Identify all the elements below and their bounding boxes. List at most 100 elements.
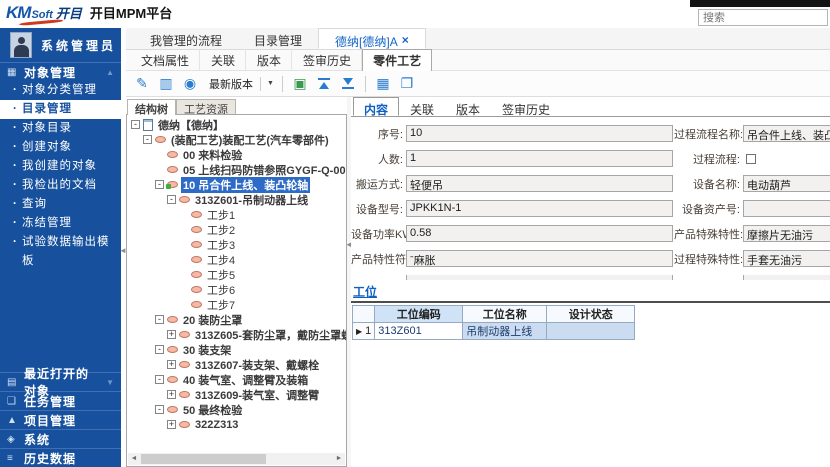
scrollbar-thumb[interactable] <box>141 454 266 464</box>
doc-tab[interactable]: 关联 <box>200 49 246 72</box>
form-input[interactable]: 摩擦片无油污 <box>743 225 830 242</box>
tree-node[interactable]: -30 装支架 <box>127 342 346 357</box>
station-link[interactable]: 工位 <box>353 285 377 299</box>
close-icon[interactable]: × <box>402 33 409 48</box>
scroll-left-icon[interactable]: ◄ <box>128 453 140 465</box>
collapse-minus-icon[interactable]: - <box>155 405 164 414</box>
tree-node[interactable]: +313Z609-装气室、调整臂 <box>127 387 346 402</box>
form-input[interactable]: ˉ麻胀 <box>406 250 673 267</box>
form-input[interactable]: 10 <box>406 125 673 142</box>
tree-node[interactable]: -10 吊合件上线、装凸轮轴 <box>127 177 346 192</box>
station-code-cell[interactable]: 313Z601 <box>375 323 463 340</box>
collapse-minus-icon[interactable]: - <box>131 120 140 129</box>
collapse-top-icon[interactable] <box>313 74 335 94</box>
doc-tab[interactable]: 零件工艺 <box>362 49 432 72</box>
detail-tab[interactable]: 签审历史 <box>491 97 561 116</box>
sidebar-section-system[interactable]: ◈系统 <box>0 429 121 448</box>
sidebar-item[interactable]: ·冻结管理 <box>0 214 121 233</box>
calendar-edit-icon[interactable]: ▦ <box>372 74 394 94</box>
collapse-minus-icon[interactable]: - <box>155 345 164 354</box>
chevron-down-icon[interactable]: ▼ <box>260 77 274 91</box>
collapse-minus-icon[interactable]: - <box>167 195 176 204</box>
form-input[interactable]: 轻便吊 <box>406 175 673 192</box>
search-input[interactable] <box>698 9 828 26</box>
collapse-minus-icon[interactable]: - <box>155 315 164 324</box>
main-tab[interactable]: 目录管理 <box>238 28 318 49</box>
form-input[interactable] <box>743 275 830 280</box>
expand-plus-icon[interactable]: + <box>167 330 176 339</box>
sidebar-section-history[interactable]: ≡历史数据 <box>0 448 121 467</box>
sidebar-item[interactable]: ·目录管理 <box>0 100 121 119</box>
station-column-header[interactable]: 工位编码 <box>375 306 463 323</box>
collapse-minus-icon[interactable]: - <box>155 180 164 189</box>
sidebar-item[interactable]: ·创建对象 <box>0 138 121 157</box>
scroll-right-icon[interactable]: ► <box>333 453 345 465</box>
sidebar-section-object-management[interactable]: ▦ 对象管理 ▲ <box>0 62 121 81</box>
detail-tab[interactable]: 内容 <box>353 97 399 116</box>
tree-node[interactable]: 工步5 <box>127 267 346 282</box>
station-column-header[interactable]: 设计状态 <box>547 306 635 323</box>
form-input[interactable]: 吊合件上线、装凸轮轴 <box>743 125 830 142</box>
station-column-header[interactable]: 工位名称 <box>463 306 547 323</box>
form-input[interactable] <box>406 275 673 280</box>
expand-plus-icon[interactable]: + <box>167 420 176 429</box>
form-input[interactable]: 电动葫芦 <box>743 175 830 192</box>
doc-tab[interactable]: 签审历史 <box>292 49 362 72</box>
sidebar-section-task[interactable]: ❑任务管理 <box>0 391 121 410</box>
tree-node[interactable]: 工步7 <box>127 297 346 312</box>
station-name-cell[interactable]: 吊制动器上线 <box>463 323 547 340</box>
sidebar-item[interactable]: ·我创建的对象 <box>0 157 121 176</box>
form-input[interactable]: 1 <box>406 150 673 167</box>
sidebar-item[interactable]: ·试验数据输出模板 <box>0 233 121 252</box>
doc-tab[interactable]: 版本 <box>246 49 292 72</box>
tree-node[interactable]: 工步1 <box>127 207 346 222</box>
station-status-cell[interactable] <box>547 323 635 340</box>
tree-node[interactable]: 05 上线扫码防错参照GYGF-Q-00 <box>127 162 346 177</box>
tree-node[interactable]: -313Z601-吊制动器上线 <box>127 192 346 207</box>
tree-node[interactable]: +313Z605-套防尘罩，戴防尘罩螺 <box>127 327 346 342</box>
table-row[interactable]: ▶1313Z601吊制动器上线 <box>353 323 635 340</box>
collapse-minus-icon[interactable]: - <box>143 135 152 144</box>
document-edit-icon[interactable]: ✎ <box>131 74 153 94</box>
tree-node[interactable]: -德纳【德纳】 <box>127 117 346 132</box>
tree-node[interactable]: 工步4 <box>127 252 346 267</box>
version-dropdown[interactable]: 最新版本 ▼ <box>203 76 276 92</box>
tree-node[interactable]: 00 来料检验 <box>127 147 346 162</box>
expand-plus-icon[interactable]: + <box>167 390 176 399</box>
sidebar-item[interactable]: ·我检出的文档 <box>0 176 121 195</box>
collapse-bottom-icon[interactable] <box>337 74 359 94</box>
form-input[interactable]: JPKK1N-1 <box>406 200 673 217</box>
form-input[interactable] <box>743 200 830 217</box>
detail-tab[interactable]: 版本 <box>445 97 491 116</box>
process-flow-checkbox[interactable] <box>746 154 756 164</box>
sidebar-item[interactable]: ·对象目录 <box>0 119 121 138</box>
tree-node[interactable]: -20 装防尘罩 <box>127 312 346 327</box>
copy-icon[interactable]: ❐ <box>396 74 418 94</box>
sidebar-item[interactable]: ·查询 <box>0 195 121 214</box>
collapse-minus-icon[interactable]: - <box>155 375 164 384</box>
row-selector-cell[interactable]: ▶1 <box>353 323 375 340</box>
tree-node[interactable]: 工步6 <box>127 282 346 297</box>
tree-horizontal-scrollbar[interactable]: ◄ ► <box>128 453 345 465</box>
main-tab[interactable]: 德纳[德纳]A× <box>318 28 426 49</box>
tree-node[interactable]: -40 装气室、调整臂及装箱 <box>127 372 346 387</box>
tab-structure-tree[interactable]: 结构树 <box>127 99 176 115</box>
expand-plus-icon[interactable]: + <box>167 360 176 369</box>
tree-node[interactable]: 工步3 <box>127 237 346 252</box>
tree-node[interactable]: +322Z313 <box>127 417 346 432</box>
tree-node[interactable]: -(装配工艺)装配工艺(汽车零部件) <box>127 132 346 147</box>
tree-node[interactable]: 工步2 <box>127 222 346 237</box>
chevron-up-icon[interactable]: ▲ <box>106 68 115 77</box>
doc-tab[interactable]: 文档属性 <box>130 49 200 72</box>
chevron-down-icon[interactable]: ▼ <box>106 378 115 387</box>
form-input[interactable]: 0.58 <box>406 225 673 242</box>
detail-tab[interactable]: 关联 <box>399 97 445 116</box>
main-tab[interactable]: 我管理的流程 <box>134 28 238 49</box>
globe-icon[interactable]: ◉ <box>179 74 201 94</box>
form-input[interactable]: 手套无油污 <box>743 250 830 267</box>
tree-node[interactable]: +313Z607-装支架、戴螺栓 <box>127 357 346 372</box>
export-icon[interactable]: ▥ <box>155 74 177 94</box>
sidebar-section-project[interactable]: ▲项目管理 <box>0 410 121 429</box>
tab-process-resources[interactable]: 工艺资源 <box>176 99 236 115</box>
sidebar-section-recent[interactable]: ▤最近打开的对象▼ <box>0 372 121 391</box>
